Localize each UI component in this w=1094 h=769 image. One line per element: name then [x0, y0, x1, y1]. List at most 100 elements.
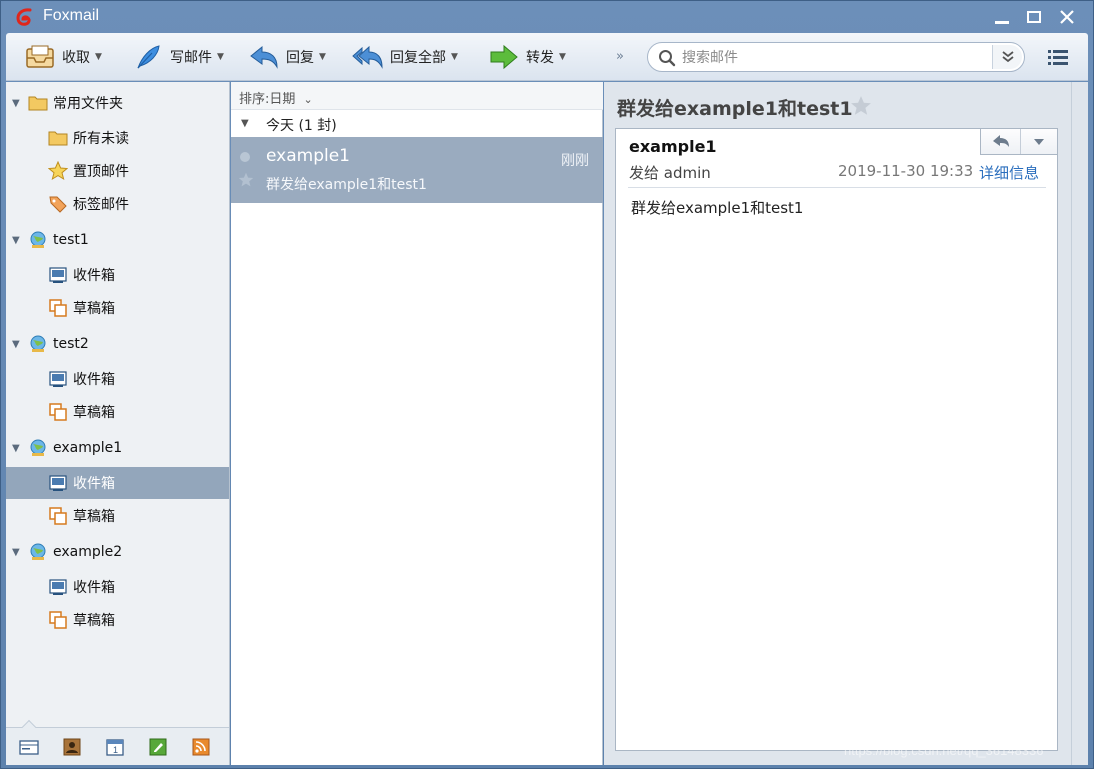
read-status-dot[interactable]	[240, 152, 250, 162]
drafts-icon	[49, 299, 67, 317]
account-test2[interactable]: ▼ test2	[6, 328, 229, 360]
chevron-down-icon[interactable]: ▼	[95, 52, 102, 62]
calendar-icon[interactable]: 1	[104, 737, 126, 757]
date-group-label: 今天 (1 封)	[266, 118, 337, 134]
details-link[interactable]: 详细信息	[979, 162, 1039, 183]
sort-label: 排序:日期	[239, 92, 296, 107]
star-icon[interactable]	[238, 172, 254, 188]
folder-inbox-test1[interactable]: 收件箱	[6, 259, 229, 291]
rss-icon[interactable]	[190, 737, 212, 757]
email-sender[interactable]: example1	[629, 137, 717, 156]
account-label: test2	[53, 336, 89, 352]
inbox-icon	[49, 371, 67, 387]
chevron-down-icon[interactable]: ▼	[559, 52, 566, 62]
account-label: example2	[53, 544, 123, 560]
folder-label: 草稿箱	[73, 405, 115, 421]
folder-tagged[interactable]: 标签邮件	[6, 188, 229, 220]
app-title: Foxmail	[43, 7, 100, 24]
expand-triangle-icon[interactable]: ▼	[12, 339, 20, 350]
account-label: test1	[53, 232, 89, 248]
inbox-icon	[49, 267, 67, 283]
chevron-down-icon[interactable]: ▼	[319, 52, 326, 62]
inbox-icon	[49, 475, 67, 491]
account-globe-icon	[30, 335, 46, 352]
toolbar-overflow-button[interactable]: »	[616, 49, 624, 64]
contacts-icon[interactable]	[61, 737, 83, 757]
folder-inbox-test2[interactable]: 收件箱	[6, 363, 229, 395]
expand-triangle-icon[interactable]: ▼	[12, 235, 20, 246]
reply-arrow-icon	[993, 135, 1009, 147]
reply-arrow-icon	[250, 45, 278, 69]
reply-all-button[interactable]: 回复全部 ▼	[352, 41, 458, 73]
feather-pen-icon	[137, 45, 160, 69]
tag-icon	[49, 196, 67, 213]
drafts-icon	[49, 611, 67, 629]
chevron-down-icon[interactable]: ▼	[217, 52, 224, 62]
expand-triangle-icon[interactable]: ▼	[12, 443, 20, 454]
account-example1[interactable]: ▼ example1	[6, 432, 229, 464]
expand-triangle-icon[interactable]: ▼	[12, 98, 20, 109]
account-example2[interactable]: ▼ example2	[6, 536, 229, 568]
maximize-icon[interactable]	[1023, 7, 1045, 27]
inbox-tray-icon	[26, 45, 54, 68]
folder-icon	[48, 131, 68, 146]
folder-label: 收件箱	[73, 372, 115, 388]
search-icon	[659, 50, 676, 67]
sort-dropdown[interactable]: 排序:日期 ⌄	[231, 82, 603, 110]
folder-label: 所有未读	[73, 131, 129, 147]
drafts-icon	[49, 403, 67, 421]
reading-pane: 群发给example1和test1 example1 发给 admin 2019…	[604, 82, 1071, 765]
reply-button[interactable]: 回复 ▼	[248, 41, 326, 73]
receive-button[interactable]: 收取 ▼	[24, 41, 102, 73]
expand-triangle-icon[interactable]: ▼	[12, 547, 20, 558]
mail-icon[interactable]	[18, 737, 40, 757]
folder-group-common[interactable]: ▼ 常用文件夹	[6, 87, 229, 119]
folder-drafts-test1[interactable]: 草稿箱	[6, 292, 229, 324]
account-globe-icon	[30, 231, 46, 248]
chevron-down-icon: ⌄	[303, 93, 313, 106]
date-group-header[interactable]: ▼ 今天 (1 封)	[231, 110, 603, 137]
right-gutter	[1071, 82, 1088, 765]
message-sender: example1	[266, 146, 350, 166]
compose-button[interactable]: 写邮件 ▼	[132, 41, 224, 73]
main-menu-icon[interactable]	[1046, 47, 1070, 67]
foxmail-logo-icon	[16, 8, 32, 26]
collapse-triangle-icon[interactable]: ▼	[241, 118, 249, 129]
account-test1[interactable]: ▼ test1	[6, 224, 229, 256]
email-card: example1 发给 admin 2019-11-30 19:33 详细信息 …	[615, 128, 1058, 751]
drafts-icon	[49, 507, 67, 525]
folder-inbox-example2[interactable]: 收件箱	[6, 571, 229, 603]
account-globe-icon	[30, 543, 46, 560]
message-row[interactable]: example1 刚刚 群发给example1和test1	[231, 137, 603, 203]
folder-label: 收件箱	[73, 580, 115, 596]
forward-button[interactable]: 转发 ▼	[488, 41, 566, 73]
search-input[interactable]	[682, 47, 982, 69]
reply-label: 回复	[286, 50, 314, 66]
chevron-down-icon	[1034, 139, 1044, 145]
module-switcher: 1	[6, 719, 229, 765]
folder-pinned[interactable]: 置顶邮件	[6, 155, 229, 187]
foxmail-window: Foxmail 收取 ▼ 写邮件 ▼ 回复 ▼ 回复全部 ▼ 转发 ▼ » 搜索…	[0, 0, 1094, 769]
folder-inbox-example1[interactable]: 收件箱	[6, 467, 229, 499]
folder-drafts-example1[interactable]: 草稿箱	[6, 500, 229, 532]
message-list: 排序:日期 ⌄ ▼ 今天 (1 封) example1 刚刚 群发给exampl…	[231, 82, 603, 765]
folder-label: 收件箱	[73, 476, 115, 492]
folder-drafts-example2[interactable]: 草稿箱	[6, 604, 229, 636]
star-icon[interactable]	[850, 95, 872, 117]
double-chevron-down-icon	[1002, 51, 1014, 63]
watermark: https://blog.csdn.net/qq_36148336	[844, 743, 1044, 758]
svg-text:1: 1	[113, 745, 118, 755]
forward-arrow-icon	[490, 44, 518, 70]
minimize-icon[interactable]	[991, 7, 1013, 27]
close-icon[interactable]	[1056, 7, 1078, 27]
notes-icon[interactable]	[147, 737, 169, 757]
more-actions-button[interactable]	[1021, 129, 1057, 154]
folder-unread[interactable]: 所有未读	[6, 122, 229, 154]
folder-drafts-test2[interactable]: 草稿箱	[6, 396, 229, 428]
folder-label: 草稿箱	[73, 509, 115, 525]
star-icon	[48, 161, 68, 181]
quick-reply-button[interactable]	[981, 129, 1021, 154]
search-options-button[interactable]	[992, 45, 1022, 69]
folder-label: 草稿箱	[73, 613, 115, 629]
chevron-down-icon[interactable]: ▼	[451, 52, 458, 62]
